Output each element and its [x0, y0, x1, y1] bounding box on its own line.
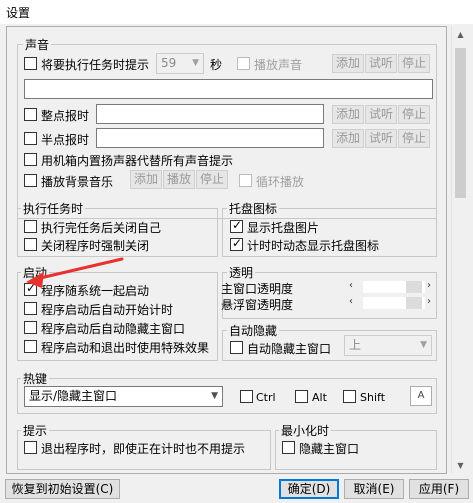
- startup-option-checkbox[interactable]: [24, 281, 37, 296]
- half-chime-checkbox[interactable]: [24, 132, 37, 145]
- exec-task-group-title: 执行任务时: [21, 200, 86, 217]
- main-opacity-left-arrow-icon[interactable]: ‹: [349, 280, 353, 291]
- transparency-group-title: 透明: [227, 264, 256, 281]
- startup-option-label: 程序随系统一起启动: [41, 284, 150, 298]
- ctrl-label: Ctrl: [256, 391, 276, 404]
- exec-preview-button[interactable]: 试听: [365, 54, 397, 73]
- slider-thumb[interactable]: [406, 281, 422, 293]
- hour-chime-path-input[interactable]: [96, 104, 324, 124]
- half-add-button[interactable]: 添加: [332, 129, 364, 148]
- vertical-scrollbar[interactable]: ▲ ▼: [451, 26, 468, 474]
- chevron-down-icon: ▼: [211, 391, 218, 401]
- exec-tip-label: 将要执行任务时提示: [41, 58, 150, 72]
- chevron-down-icon: ▼: [192, 58, 199, 68]
- hotkey-key-input[interactable]: A: [410, 386, 432, 406]
- exec-add-button[interactable]: 添加: [332, 54, 364, 73]
- force-close-checkbox[interactable]: [24, 238, 37, 251]
- hotkey-action-select[interactable]: 显示/隐藏主窗口 ▼: [24, 386, 223, 407]
- float-opacity-left-arrow-icon[interactable]: ‹: [349, 296, 353, 307]
- apply-button[interactable]: 应用(F): [409, 479, 469, 499]
- tip-group-title: 提示: [21, 422, 50, 439]
- hide-main-checkbox[interactable]: [282, 441, 295, 454]
- autohide-position-value: 上: [349, 338, 362, 352]
- float-opacity-right-arrow-icon[interactable]: ›: [427, 296, 431, 307]
- scroll-thumb[interactable]: [455, 48, 466, 198]
- autohide-checkbox[interactable]: [230, 341, 243, 354]
- beeper-checkbox[interactable]: [24, 153, 37, 166]
- exit-tip-checkbox[interactable]: [24, 441, 37, 454]
- tray-group-title: 托盘图标: [227, 200, 280, 217]
- hotkey-action-value: 显示/隐藏主窗口: [29, 389, 118, 403]
- exec-sound-path-input[interactable]: [24, 79, 433, 99]
- startup-option-label: 程序启动后自动开始计时: [41, 303, 174, 317]
- main-opacity-right-arrow-icon[interactable]: ›: [427, 280, 431, 291]
- hour-chime-label: 整点报时: [41, 109, 90, 123]
- close-after-label: 执行完任务后关闭自己: [41, 221, 162, 235]
- window-title: 设置: [6, 6, 31, 20]
- autohide-group-title: 自动隐藏: [227, 322, 280, 339]
- hour-add-button[interactable]: 添加: [332, 105, 364, 124]
- chevron-down-icon: ▼: [420, 340, 427, 350]
- bg-add-button[interactable]: 添加: [130, 170, 162, 189]
- startup-option-checkbox[interactable]: [24, 340, 37, 353]
- startup-option-label: 程序启动和退出时使用特殊效果: [41, 341, 210, 355]
- settings-panel: 声音 将要执行任务时提示 59 ▼ 秒 播放声音 添加 试听 停止 整点报时 添…: [6, 26, 447, 474]
- half-preview-button[interactable]: 试听: [365, 129, 397, 148]
- ctrl-checkbox[interactable]: [240, 390, 253, 403]
- alt-label: Alt: [312, 391, 327, 404]
- float-opacity-slider[interactable]: [363, 297, 425, 309]
- autohide-label: 自动隐藏主窗口: [247, 342, 332, 356]
- tip-seconds-select[interactable]: 59 ▼: [156, 53, 204, 74]
- tip-seconds-value: 59: [161, 56, 177, 70]
- exit-tip-label: 退出程序时，即使正在计时也不用提示: [41, 442, 246, 456]
- hour-stop-button[interactable]: 停止: [398, 105, 430, 124]
- hour-preview-button[interactable]: 试听: [365, 105, 397, 124]
- reset-button[interactable]: 恢复到初始设置(C): [5, 479, 120, 499]
- close-after-checkbox[interactable]: [24, 220, 37, 233]
- dynamic-tray-checkbox[interactable]: [230, 236, 243, 251]
- hotkey-group-title: 热键: [21, 370, 50, 387]
- main-opacity-slider[interactable]: [363, 281, 425, 293]
- bg-stop-button[interactable]: 停止: [196, 170, 228, 189]
- hour-chime-checkbox[interactable]: [24, 108, 37, 121]
- minimize-group-title: 最小化时: [279, 422, 332, 439]
- exec-tip-checkbox[interactable]: [24, 57, 37, 70]
- force-close-label: 关闭程序时强制关闭: [41, 239, 150, 253]
- bg-music-label: 播放背景音乐: [41, 175, 114, 189]
- seconds-unit-label: 秒: [210, 58, 223, 72]
- half-stop-button[interactable]: 停止: [398, 129, 430, 148]
- loop-label: 循环播放: [256, 175, 305, 189]
- shift-checkbox[interactable]: [343, 390, 356, 403]
- title-bar: 设置: [0, 0, 473, 24]
- slider-thumb[interactable]: [406, 297, 422, 309]
- shift-label: Shift: [360, 391, 386, 404]
- autohide-position-select[interactable]: 上 ▼: [344, 335, 432, 356]
- loop-checkbox[interactable]: [239, 174, 252, 187]
- show-tray-label: 显示托盘图片: [247, 221, 320, 235]
- main-opacity-label: 主窗口透明度: [221, 282, 294, 296]
- half-chime-path-input[interactable]: [96, 128, 324, 148]
- startup-option-checkbox[interactable]: [24, 302, 37, 315]
- startup-option-label: 程序启动后自动隐藏主窗口: [41, 322, 186, 336]
- half-chime-label: 半点报时: [41, 133, 90, 147]
- startup-option-checkbox[interactable]: [24, 321, 37, 334]
- startup-group-title: 启动: [21, 264, 50, 281]
- beeper-label: 用机箱内置扬声器代替所有声音提示: [41, 154, 234, 168]
- play-sound-checkbox[interactable]: [237, 57, 250, 70]
- ok-button[interactable]: 确定(D): [279, 479, 339, 499]
- exec-stop-button[interactable]: 停止: [398, 54, 430, 73]
- cancel-button[interactable]: 取消(E): [344, 479, 404, 499]
- dynamic-tray-label: 计时时动态显示托盘图标: [247, 239, 380, 253]
- float-opacity-label: 悬浮窗透明度: [221, 298, 294, 312]
- play-sound-label: 播放声音: [254, 58, 303, 72]
- hide-main-label: 隐藏主窗口: [299, 442, 360, 456]
- bg-music-checkbox[interactable]: [24, 174, 37, 187]
- show-tray-checkbox[interactable]: [230, 218, 243, 233]
- alt-checkbox[interactable]: [295, 390, 308, 403]
- sound-group-title: 声音: [23, 36, 52, 53]
- scroll-down-icon[interactable]: ▼: [452, 457, 469, 474]
- scroll-up-icon[interactable]: ▲: [452, 26, 469, 43]
- bg-play-button[interactable]: 播放: [163, 170, 195, 189]
